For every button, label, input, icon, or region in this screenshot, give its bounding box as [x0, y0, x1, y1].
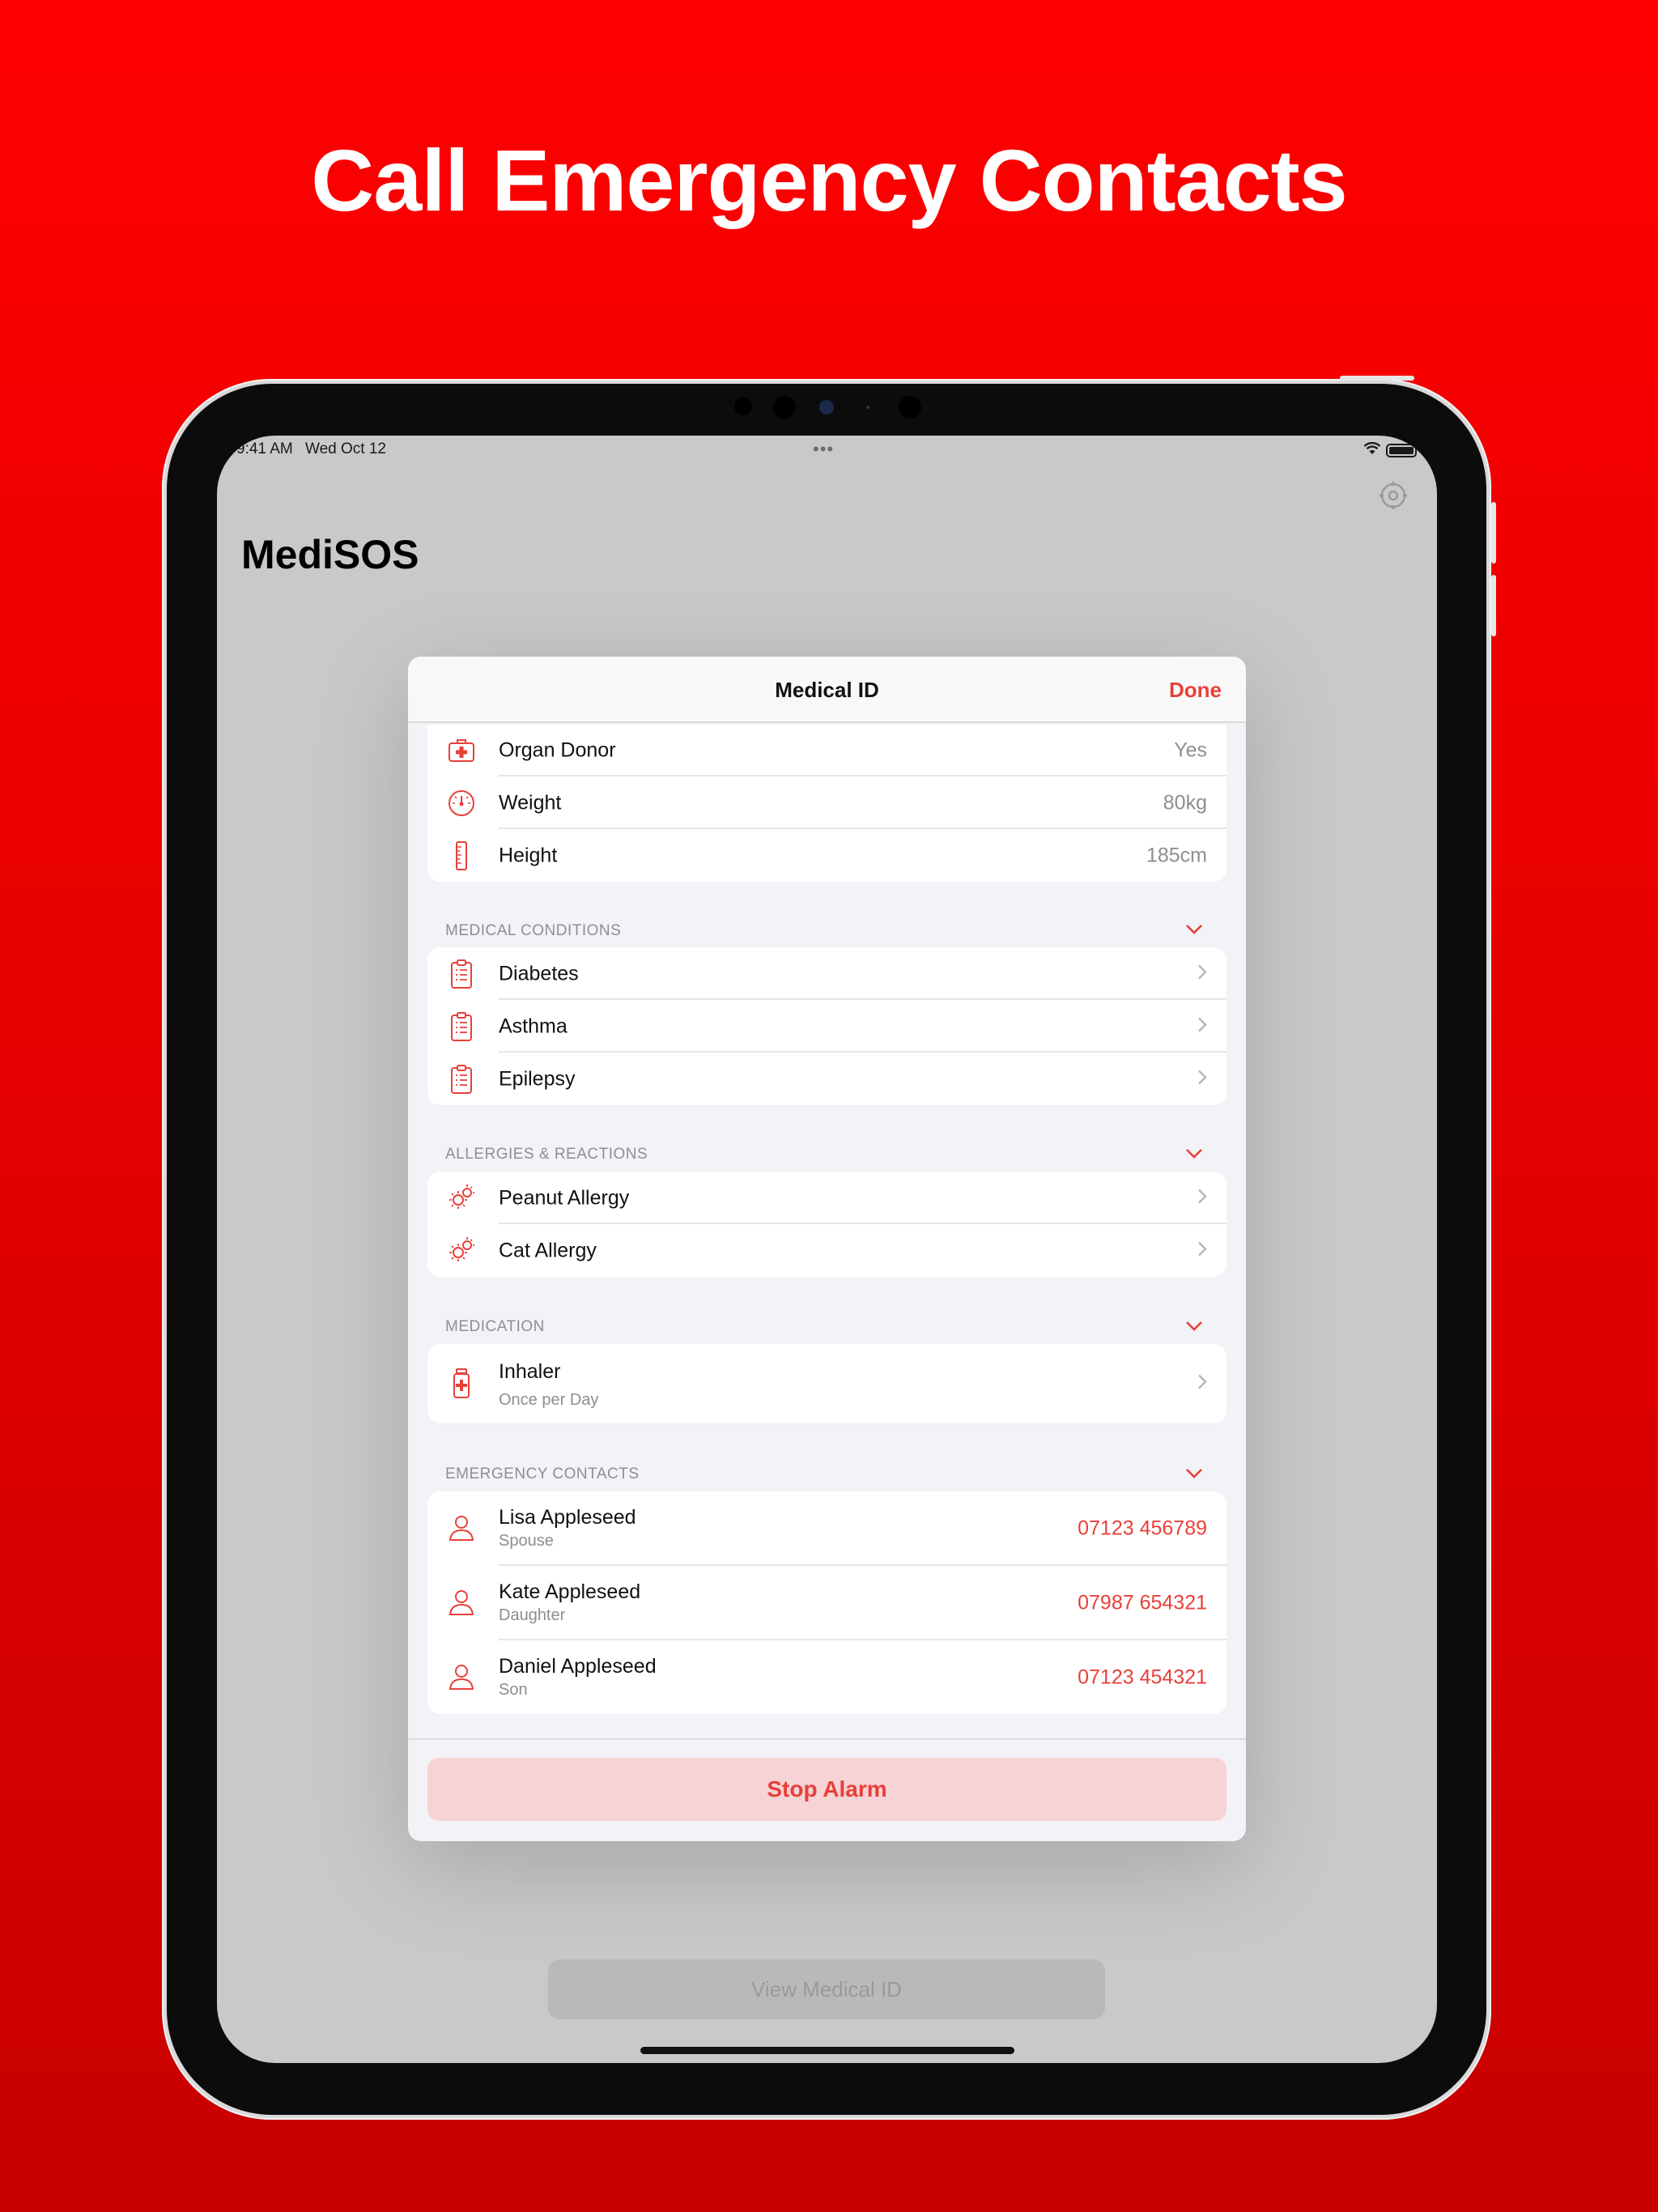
- list-item-label: Inhaler: [499, 1360, 561, 1383]
- chevron-right-icon: [1197, 1374, 1207, 1394]
- status-bar: 9:41 AM Wed Oct 12 •••: [217, 436, 1437, 468]
- status-date: Wed Oct 12: [305, 440, 386, 457]
- list-item-label: Height: [499, 844, 558, 866]
- done-button[interactable]: Done: [1169, 657, 1222, 723]
- camera-lens: [773, 396, 796, 419]
- list-item-label: Organ Donor: [499, 738, 616, 762]
- medical-id-sheet: Medical ID Done Organ Donor Yes Weight 8…: [408, 657, 1246, 1841]
- list-item-label: Cat Allergy: [499, 1239, 597, 1261]
- chevron-right-icon: [1197, 1240, 1207, 1261]
- medicine-bottle-icon: [445, 1368, 478, 1400]
- list-item-detail: Once per Day: [499, 1391, 599, 1409]
- list-item-label: Weight: [499, 791, 562, 814]
- chevron-right-icon: [1197, 1069, 1207, 1089]
- section-header-medication: MEDICATION: [445, 1318, 545, 1335]
- allergen-icon: [445, 1182, 478, 1214]
- device-screen: 9:41 AM Wed Oct 12 ••• MediSOS Medical I…: [217, 436, 1437, 2063]
- clipboard-icon: [445, 1063, 478, 1095]
- list-item-label: Asthma: [499, 1015, 568, 1037]
- contact-name: Kate Appleseed: [499, 1580, 641, 1603]
- list-item-value: Yes: [1174, 738, 1207, 762]
- allergen-icon: [445, 1235, 478, 1267]
- medication-card: Inhaler Once per Day: [427, 1344, 1226, 1423]
- contact-phone-link[interactable]: 07123 454321: [1078, 1665, 1207, 1689]
- clipboard-icon: [445, 958, 478, 990]
- first-aid-kit-icon: [445, 734, 478, 767]
- list-item-value: 80kg: [1163, 791, 1207, 814]
- list-item-height: Height 185cm: [427, 829, 1226, 882]
- allergies-card: Peanut Allergy Cat Allergy: [427, 1172, 1226, 1277]
- contact-phone-link[interactable]: 07987 654321: [1078, 1592, 1207, 1615]
- chevron-right-icon: [1197, 1016, 1207, 1036]
- list-item-label: Peanut Allergy: [499, 1186, 630, 1209]
- footer-divider: [408, 1738, 1246, 1740]
- sensor-dot: [734, 398, 752, 415]
- headline: Call Emergency Contacts: [311, 131, 1347, 229]
- chevron-right-icon: [1197, 963, 1207, 984]
- section-header-conditions: MEDICAL CONDITIONS: [445, 922, 622, 939]
- person-icon: [445, 1512, 478, 1545]
- collapse-chevron-icon[interactable]: [1185, 924, 1203, 939]
- list-item-label: Epilepsy: [499, 1067, 576, 1090]
- contact-row-kate[interactable]: Kate Appleseed Daughter 07987 654321: [427, 1566, 1226, 1640]
- contact-row-daniel[interactable]: Daniel Appleseed Son 07123 454321: [427, 1640, 1226, 1714]
- contacts-card: Lisa Appleseed Spouse 07123 456789 Kate …: [427, 1491, 1226, 1714]
- section-header-allergies: ALLERGIES & REACTIONS: [445, 1146, 648, 1163]
- collapse-chevron-icon[interactable]: [1185, 1468, 1203, 1483]
- settings-gear-icon[interactable]: [1378, 480, 1409, 515]
- list-item-label: Diabetes: [499, 962, 579, 985]
- list-item-asthma[interactable]: Asthma: [427, 1000, 1226, 1053]
- list-item-epilepsy[interactable]: Epilepsy: [427, 1053, 1226, 1105]
- person-icon: [445, 1661, 478, 1694]
- conditions-card: Diabetes Asthma Epilepsy: [427, 947, 1226, 1105]
- section-header-contacts: EMERGENCY CONTACTS: [445, 1465, 640, 1482]
- list-item-inhaler[interactable]: Inhaler Once per Day: [427, 1344, 1226, 1423]
- multitasking-dots[interactable]: •••: [813, 439, 834, 460]
- contact-phone-link[interactable]: 07123 456789: [1078, 1517, 1207, 1541]
- app-title: MediSOS: [241, 532, 419, 577]
- status-time: 9:41 AM: [236, 440, 293, 457]
- sensor-dot-right: [899, 396, 921, 419]
- battery-icon: [1386, 444, 1417, 457]
- volume-up-button: [1491, 502, 1496, 564]
- contact-name: Lisa Appleseed: [499, 1506, 636, 1529]
- volume-down-button: [1491, 575, 1496, 636]
- list-item-cat-allergy[interactable]: Cat Allergy: [427, 1224, 1226, 1277]
- list-item-peanut-allergy[interactable]: Peanut Allergy: [427, 1172, 1226, 1224]
- view-medical-id-button[interactable]: View Medical ID: [548, 1959, 1105, 2019]
- list-item-weight: Weight 80kg: [427, 776, 1226, 829]
- contact-relation: Daughter: [499, 1606, 566, 1624]
- sheet-title: Medical ID: [775, 678, 879, 702]
- clipboard-icon: [445, 1010, 478, 1043]
- chevron-right-icon: [1197, 1188, 1207, 1208]
- sensor-small: [866, 406, 869, 409]
- ruler-icon: [445, 840, 478, 872]
- camera-sensor: [819, 400, 834, 415]
- wifi-icon: [1363, 441, 1381, 460]
- collapse-chevron-icon[interactable]: [1185, 1148, 1203, 1163]
- top-button: [1340, 376, 1414, 381]
- list-item-diabetes[interactable]: Diabetes: [427, 947, 1226, 1000]
- contact-relation: Son: [499, 1681, 528, 1699]
- contact-row-lisa[interactable]: Lisa Appleseed Spouse 07123 456789: [427, 1491, 1226, 1566]
- list-item-value: 185cm: [1146, 844, 1207, 866]
- home-indicator[interactable]: [640, 2047, 1014, 2054]
- collapse-chevron-icon[interactable]: [1185, 1321, 1203, 1336]
- scale-icon: [445, 787, 478, 819]
- vitals-card: Organ Donor Yes Weight 80kg Height 185cm: [427, 725, 1226, 882]
- person-icon: [445, 1587, 478, 1619]
- list-item-organ-donor: Organ Donor Yes: [427, 725, 1226, 776]
- stop-alarm-button[interactable]: Stop Alarm: [427, 1758, 1226, 1821]
- contact-name: Daniel Appleseed: [499, 1655, 657, 1678]
- contact-relation: Spouse: [499, 1532, 554, 1550]
- sheet-header: Medical ID Done: [408, 657, 1246, 723]
